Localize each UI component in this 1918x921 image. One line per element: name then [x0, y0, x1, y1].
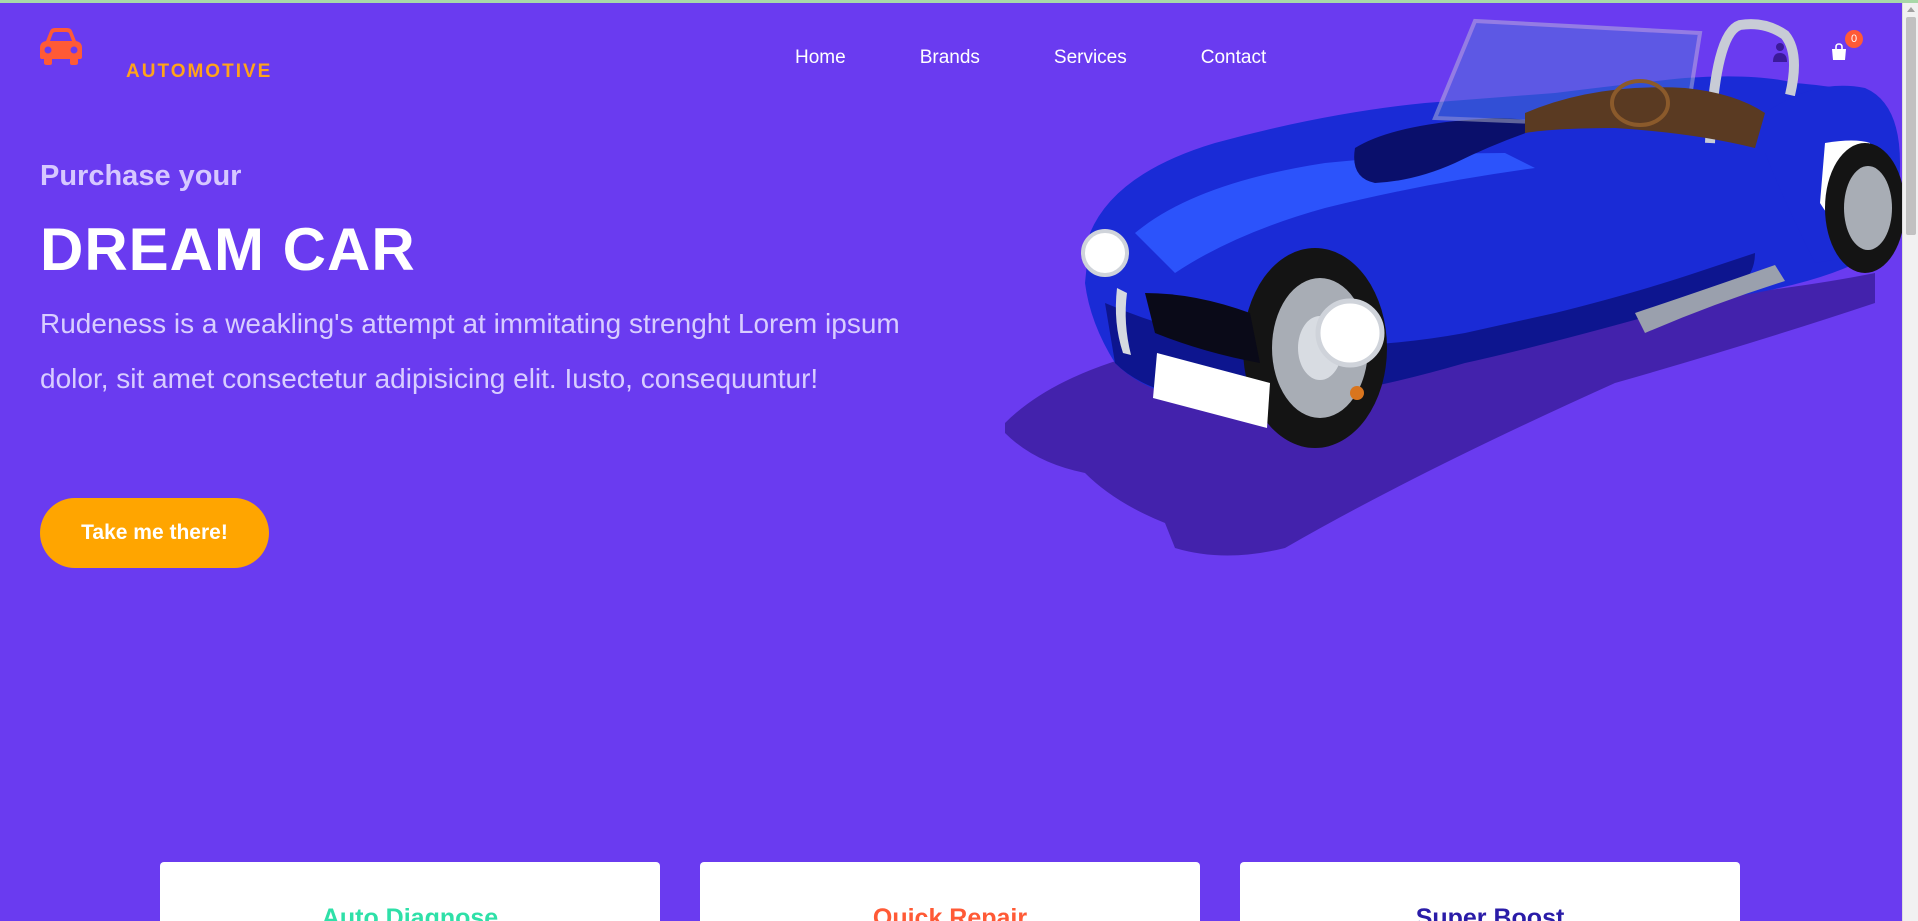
card-title: Super Boost: [1415, 904, 1565, 921]
cart-count-badge: 0: [1845, 30, 1863, 48]
hero-description: Rudeness is a weakling's attempt at immi…: [40, 308, 900, 394]
brand-name[interactable]: AUTOMOTIVE: [126, 61, 272, 83]
service-card-quick-repair[interactable]: Quick Repair: [700, 862, 1200, 921]
take-me-there-button[interactable]: Take me there!: [40, 498, 269, 568]
hero-title: DREAM CAR: [40, 216, 416, 283]
service-card-super-boost[interactable]: Super Boost: [1240, 862, 1740, 921]
shopping-bag-icon[interactable]: [1830, 43, 1848, 61]
scroll-up-arrow-icon[interactable]: [1907, 7, 1915, 12]
nav-item-home[interactable]: Home: [795, 47, 846, 69]
hero-section: Purchase your DREAM CAR Rudeness is a we…: [40, 160, 940, 406]
hero-subtitle: Purchase your: [40, 160, 242, 192]
service-card-auto-diagnose[interactable]: Auto Diagnose: [160, 862, 660, 921]
page-scrollbar[interactable]: [1902, 3, 1918, 921]
car-image: [1005, 18, 1902, 556]
user-icon[interactable]: [1772, 42, 1788, 62]
card-title: Quick Repair: [872, 904, 1028, 921]
nav-item-brands[interactable]: Brands: [920, 47, 980, 69]
scrollbar-thumb[interactable]: [1906, 17, 1916, 235]
service-cards: Auto Diagnose Quick Repair Super Boost: [160, 862, 1780, 921]
card-title: Auto Diagnose: [321, 904, 499, 921]
car-icon[interactable]: [38, 25, 84, 65]
